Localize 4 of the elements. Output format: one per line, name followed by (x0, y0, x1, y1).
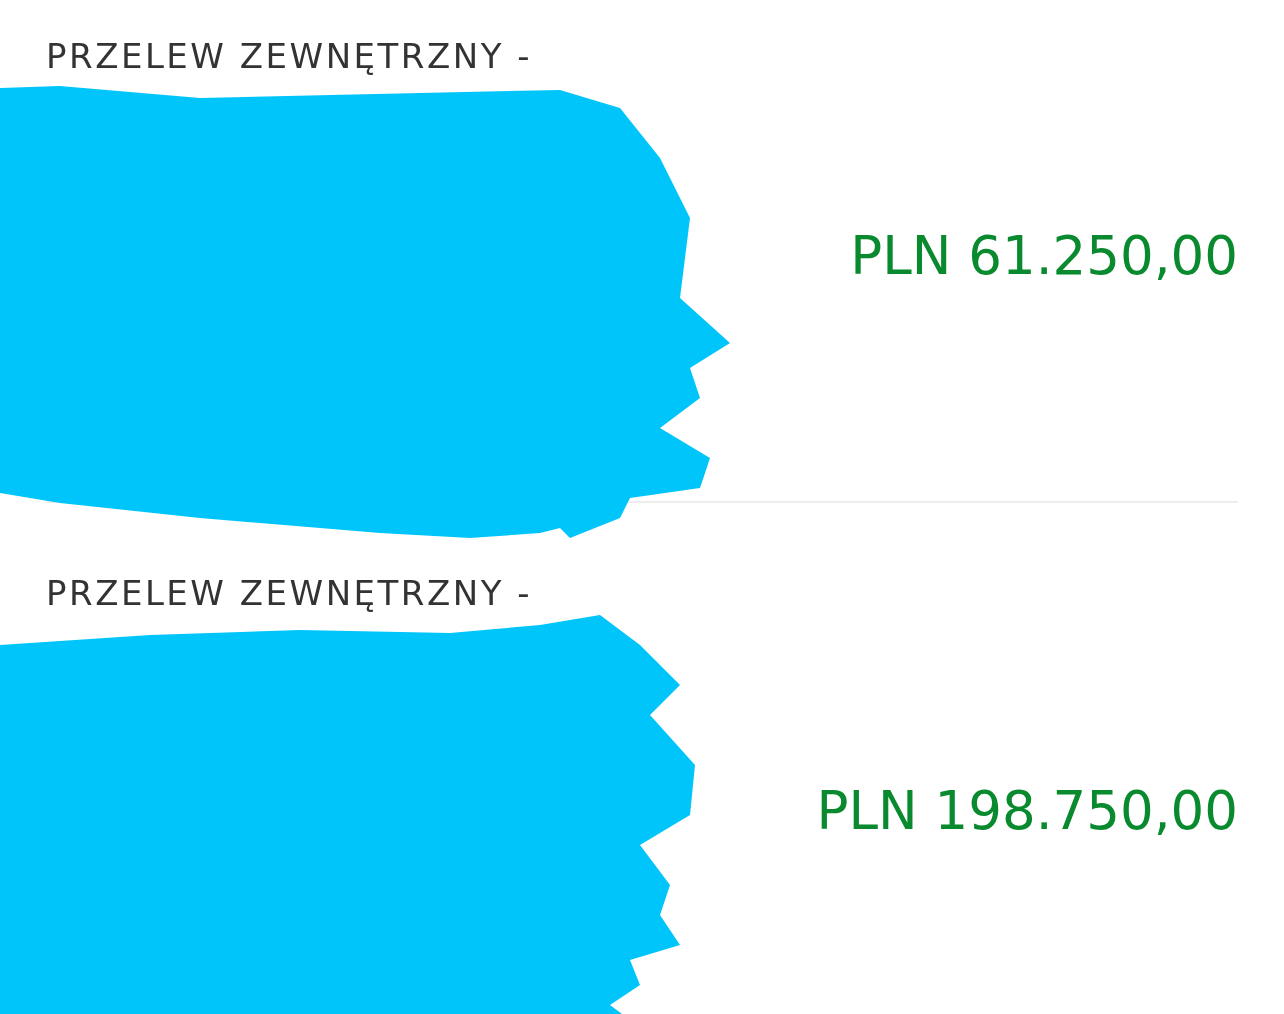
transaction-amount: PLN 198.750,00 (816, 781, 1238, 841)
transaction-amount: PLN 61.250,00 (850, 226, 1238, 286)
transaction-title: PRZELEW ZEWNĘTRZNY - (46, 573, 533, 613)
transaction-title: PRZELEW ZEWNĘTRZNY - (46, 36, 533, 76)
